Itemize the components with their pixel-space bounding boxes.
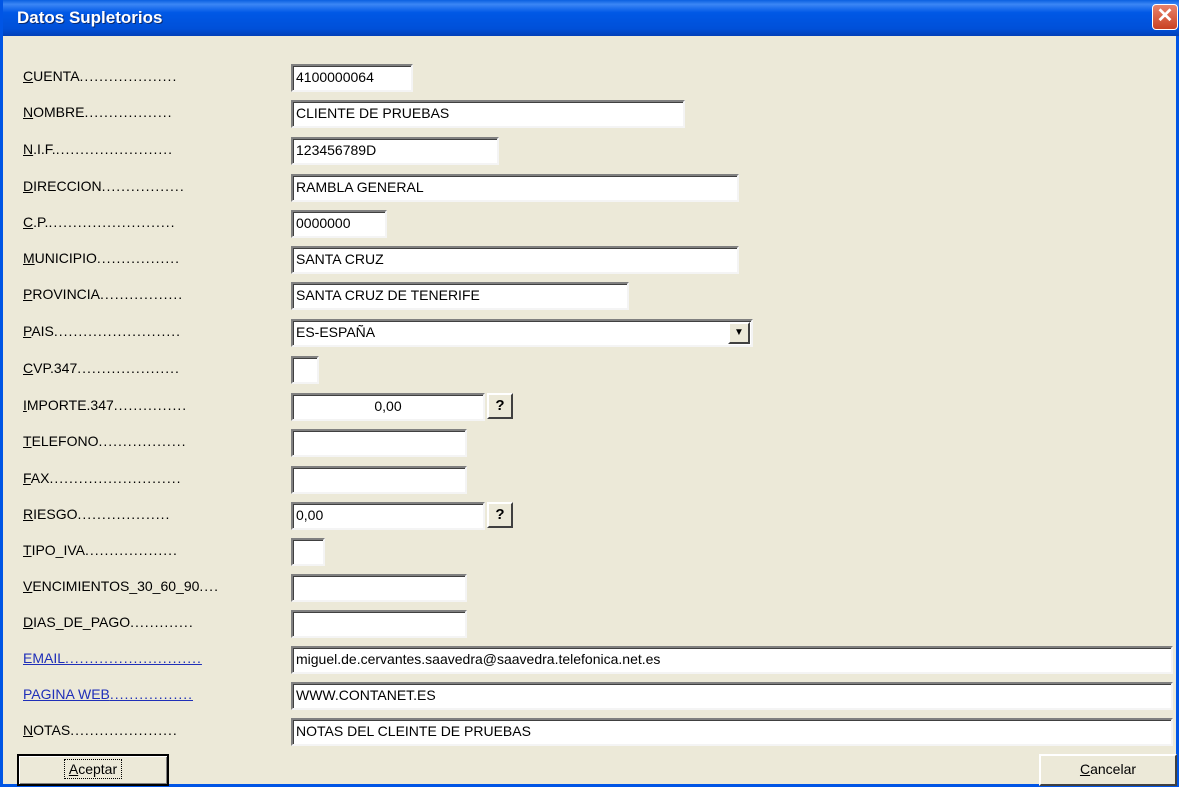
row-cuenta: CUENTA.................... 4100000064: [3, 64, 1179, 94]
label-pais[interactable]: PAIS..........................: [23, 323, 279, 345]
row-nif: N.I.F......................... 123456789…: [3, 137, 1179, 167]
web-link[interactable]: PAGINA WEB.................: [23, 686, 279, 708]
row-provincia: PROVINCIA................. SANTA CRUZ DE…: [3, 282, 1179, 312]
row-tipo-iva: TIPO_IVA...................: [3, 538, 1179, 568]
label-provincia[interactable]: PROVINCIA.................: [23, 286, 279, 308]
row-fax: FAX...........................: [3, 466, 1179, 496]
row-notas: NOTAS...................... NOTAS DEL CL…: [3, 718, 1179, 748]
fax-input[interactable]: [291, 466, 467, 494]
tipo-iva-input[interactable]: [291, 538, 325, 566]
row-pais: PAIS.......................... ES-ESPAÑA…: [3, 319, 1179, 349]
row-direccion: DIRECCION................. RAMBLA GENERA…: [3, 174, 1179, 204]
question-icon: ?: [495, 506, 505, 523]
cp-input[interactable]: 0000000: [291, 210, 387, 238]
email-link[interactable]: EMAIL............................: [23, 650, 279, 672]
cancel-button[interactable]: Cancelar: [1039, 754, 1177, 786]
vencimientos-input[interactable]: [291, 574, 467, 602]
label-vencimientos[interactable]: VENCIMIENTOS_30_60_90....: [23, 578, 279, 600]
cvp347-input[interactable]: [291, 356, 319, 384]
question-icon: ?: [495, 397, 505, 414]
nif-input[interactable]: 123456789D: [291, 137, 499, 165]
riesgo-input[interactable]: 0,00: [291, 502, 485, 530]
email-input[interactable]: miguel.de.cervantes.saavedra@saavedra.te…: [291, 646, 1173, 674]
chevron-down-icon: ▼: [734, 327, 744, 338]
importe347-input[interactable]: 0,00: [291, 393, 485, 421]
row-email: EMAIL............................ miguel…: [3, 646, 1179, 676]
dias-pago-input[interactable]: [291, 610, 467, 638]
label-notas[interactable]: NOTAS......................: [23, 722, 279, 744]
label-municipio[interactable]: MUNICIPIO.................: [23, 250, 279, 272]
pais-dropdown-button[interactable]: ▼: [728, 322, 750, 344]
label-cuenta[interactable]: CUENTA....................: [23, 68, 279, 90]
label-cvp347[interactable]: CVP.347.....................: [23, 360, 279, 382]
label-telefono[interactable]: TELEFONO..................: [23, 433, 279, 455]
row-dias-pago: DIAS_DE_PAGO.............: [3, 610, 1179, 640]
importe347-help-button[interactable]: ?: [487, 393, 513, 419]
label-importe347[interactable]: IMPORTE.347...............: [23, 397, 279, 419]
row-riesgo: RIESGO................... 0,00 ?: [3, 502, 1179, 532]
label-nif[interactable]: N.I.F.........................: [23, 141, 279, 163]
municipio-input[interactable]: SANTA CRUZ: [291, 246, 739, 274]
pais-selected-value: ES-ESPAÑA: [296, 324, 376, 340]
label-fax[interactable]: FAX...........................: [23, 470, 279, 492]
label-direccion[interactable]: DIRECCION.................: [23, 178, 279, 200]
row-importe347: IMPORTE.347............... 0,00 ?: [3, 393, 1179, 423]
notas-input[interactable]: NOTAS DEL CLEINTE DE PRUEBAS: [291, 718, 1173, 746]
form-body: CUENTA.................... 4100000064 NO…: [3, 36, 1179, 786]
telefono-input[interactable]: [291, 429, 467, 457]
nombre-input[interactable]: CLIENTE DE PRUEBAS: [291, 100, 685, 128]
label-tipo-iva[interactable]: TIPO_IVA...................: [23, 542, 279, 564]
row-municipio: MUNICIPIO................. SANTA CRUZ: [3, 246, 1179, 276]
dialog-window: Datos Supletorios ✕ CUENTA..............…: [0, 0, 1179, 787]
direccion-input[interactable]: RAMBLA GENERAL: [291, 174, 739, 202]
provincia-input[interactable]: SANTA CRUZ DE TENERIFE: [291, 282, 629, 310]
label-riesgo[interactable]: RIESGO...................: [23, 506, 279, 528]
row-web: PAGINA WEB................. WWW.CONTANET…: [3, 682, 1179, 712]
row-cp: C.P........................... 0000000: [3, 210, 1179, 240]
web-input[interactable]: WWW.CONTANET.ES: [291, 682, 1173, 710]
cancel-button-label: Cancelar: [1079, 761, 1137, 777]
row-cvp347: CVP.347.....................: [3, 356, 1179, 386]
accept-button-label: Aceptar: [63, 759, 123, 779]
pais-select[interactable]: ES-ESPAÑA ▼: [291, 319, 753, 347]
close-icon: ✕: [1156, 5, 1174, 27]
title-bar[interactable]: Datos Supletorios ✕: [3, 0, 1179, 36]
accept-button[interactable]: Aceptar: [17, 754, 169, 786]
label-dias-pago[interactable]: DIAS_DE_PAGO.............: [23, 614, 279, 636]
label-nombre[interactable]: NOMBRE..................: [23, 104, 279, 126]
row-telefono: TELEFONO..................: [3, 429, 1179, 459]
row-nombre: NOMBRE.................. CLIENTE DE PRUE…: [3, 100, 1179, 130]
cuenta-input[interactable]: 4100000064: [291, 64, 413, 92]
row-vencimientos: VENCIMIENTOS_30_60_90....: [3, 574, 1179, 604]
riesgo-help-button[interactable]: ?: [487, 502, 513, 528]
close-button[interactable]: ✕: [1152, 4, 1178, 30]
label-cp[interactable]: C.P...........................: [23, 214, 279, 236]
window-title: Datos Supletorios: [17, 8, 163, 27]
